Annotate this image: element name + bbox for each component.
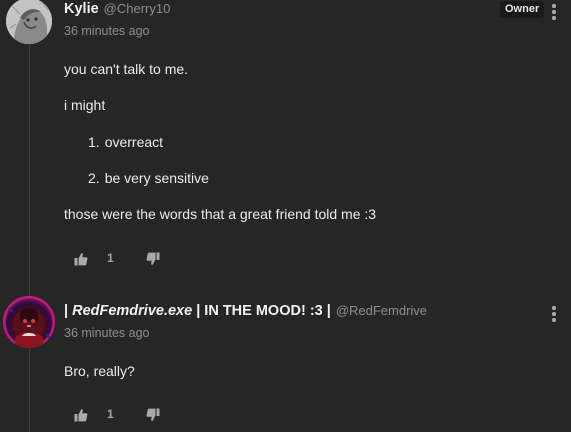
kebab-menu-icon[interactable] [549,305,559,323]
comments-page: Kylie @Cherry10 36 minutes ago Owner you… [0,0,571,432]
comment-paragraph: Bro, really? [64,363,135,379]
list-number: 1. [88,134,100,150]
thumbs-up-icon[interactable] [74,407,88,422]
timestamp: 36 minutes ago [64,24,150,38]
thread-line [29,44,30,432]
author-name-prefix: | [64,303,73,319]
author-handle[interactable]: @Cherry10 [104,1,171,16]
comment-paragraph: i might [64,97,106,113]
avatar[interactable] [3,296,55,348]
list-item-text: be very sensitive [104,170,209,186]
author-name[interactable]: Kylie [64,1,99,17]
author-name-suffix: | IN THE MOOD! :3 | [192,303,331,319]
comment-paragraph: you can't talk to me. [64,61,189,77]
list-item-text: overreact [104,134,164,150]
thumbs-down-icon[interactable] [146,251,160,265]
list-item: 1. overreact [88,134,163,150]
author-handle[interactable]: @RedFemdrive [336,303,427,318]
owner-badge: Owner [500,1,545,18]
vote-count: 1 [107,407,114,421]
author-name[interactable]: | RedFemdrive.exe | IN THE MOOD! :3 | [64,303,331,319]
comment-header: | RedFemdrive.exe | IN THE MOOD! :3 | @R… [64,303,427,323]
list-number: 2. [88,170,100,186]
comment-header: Kylie @Cherry10 [64,1,170,21]
thumbs-down-icon[interactable] [146,407,160,421]
thumbs-up-icon[interactable] [74,251,88,266]
list-item: 2. be very sensitive [88,170,209,186]
vote-count: 1 [107,251,114,265]
avatar[interactable] [6,0,52,44]
kebab-menu-icon[interactable] [549,3,559,21]
timestamp: 36 minutes ago [64,326,150,340]
author-name-emphasis: RedFemdrive.exe [72,303,193,319]
comment-paragraph: those were the words that a great friend… [64,206,377,222]
